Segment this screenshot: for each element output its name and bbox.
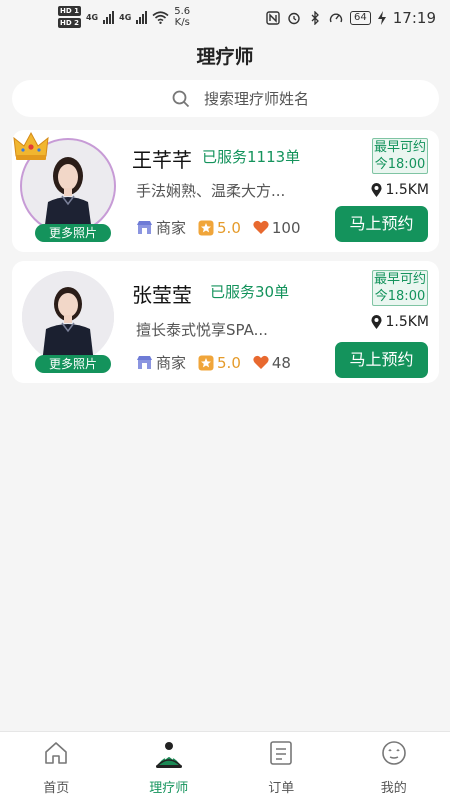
crown-icon xyxy=(13,131,49,160)
more-photos-button[interactable]: 更多照片 xyxy=(35,224,111,242)
served-count: 已服务30单 xyxy=(210,283,290,301)
distance: 1.5KM xyxy=(371,182,429,198)
heart-icon xyxy=(253,220,269,234)
profile-icon xyxy=(381,741,406,765)
search-icon xyxy=(172,90,190,108)
bottom-tab-bar: 首页 理疗师 订单 我的 xyxy=(0,731,450,800)
home-icon xyxy=(45,742,68,764)
battery-icon: 64 xyxy=(350,11,371,25)
served-count: 已服务1113单 xyxy=(202,148,301,166)
therapist-card[interactable]: 更多照片 张莹莹 已服务30单 擅长泰式悦享SPA... 商家 5.0 48 最… xyxy=(12,261,439,383)
rating: 5.0 xyxy=(198,354,241,372)
tab-label: 理疗师 xyxy=(149,781,189,796)
category-label: 商家 xyxy=(156,219,187,237)
likes-count: 48 xyxy=(271,353,291,372)
alarm-icon xyxy=(288,12,300,25)
nfc-icon xyxy=(266,11,280,25)
therapist-description: 擅长泰式悦享SPA... xyxy=(136,321,268,339)
bluetooth-icon xyxy=(311,11,319,25)
therapist-portrait-image xyxy=(22,271,114,363)
network-speed-value: 5.6 xyxy=(174,6,191,17)
earliest-available-badge: 最早可约 今18:00 xyxy=(372,138,428,174)
hd-icon: HD 2 xyxy=(58,18,81,28)
book-now-button[interactable]: 马上预约 xyxy=(335,206,428,242)
tab-home[interactable]: 首页 xyxy=(0,732,113,800)
star-icon xyxy=(198,220,214,235)
signal-icon: 4G xyxy=(119,12,132,22)
therapist-name: 张莹莹 xyxy=(132,283,192,307)
avatar[interactable]: 更多照片 xyxy=(13,131,116,242)
likes-count: 100 xyxy=(271,218,301,237)
distance-value: 1.5KM xyxy=(385,314,429,330)
avatar[interactable]: 更多照片 xyxy=(20,267,116,373)
therapist-meta: 商家 5.0 100 xyxy=(136,217,313,238)
shop-icon xyxy=(137,221,152,234)
rating-value: 5.0 xyxy=(217,353,241,372)
distance: 1.5KM xyxy=(371,314,429,330)
location-pin-icon xyxy=(371,183,383,197)
category: 商家 xyxy=(136,352,186,373)
status-bar: HD 1 HD 2 4G 4G 5.6 K/s 64 17:19 xyxy=(0,0,450,36)
hd-indicators: HD 1 HD 2 xyxy=(58,6,81,28)
clock: 17:19 xyxy=(392,9,436,27)
avatar-photo xyxy=(22,271,114,363)
charging-icon xyxy=(377,11,386,25)
tab-orders[interactable]: 订单 xyxy=(225,732,338,800)
heart-icon xyxy=(253,355,269,369)
likes: 100 xyxy=(253,219,301,237)
page-title: 理疗师 xyxy=(196,46,254,68)
search-input[interactable] xyxy=(204,88,404,110)
speedometer-icon xyxy=(329,13,343,23)
search-bar[interactable] xyxy=(12,80,439,117)
therapist-description: 手法娴熟、温柔大方... xyxy=(136,182,286,200)
therapist-name: 王芊芊 xyxy=(132,148,192,172)
earliest-time: 今18:00 xyxy=(374,157,426,172)
tab-label: 首页 xyxy=(43,781,70,796)
network-speed: 5.6 K/s xyxy=(174,6,190,28)
status-left: HD 1 HD 2 4G 4G 5.6 K/s xyxy=(58,6,190,28)
category: 商家 xyxy=(136,217,186,238)
category-label: 商家 xyxy=(156,354,187,372)
network-speed-unit: K/s xyxy=(174,17,190,28)
earliest-label: 最早可约 xyxy=(373,140,426,155)
orders-icon xyxy=(270,741,293,765)
book-now-button[interactable]: 马上预约 xyxy=(335,342,428,378)
therapist-meta: 商家 5.0 48 xyxy=(136,352,303,373)
more-photos-button[interactable]: 更多照片 xyxy=(35,355,111,373)
earliest-available-badge: 最早可约 今18:00 xyxy=(372,270,428,306)
earliest-time: 今18:00 xyxy=(374,289,426,304)
signal-icon: 4G xyxy=(85,12,99,22)
therapist-card[interactable]: 更多照片 王芊芊 已服务1113单 手法娴熟、温柔大方... 商家 5.0 10… xyxy=(12,130,439,252)
signal-bars-icon xyxy=(103,10,115,24)
location-pin-icon xyxy=(371,315,383,329)
wifi-icon xyxy=(152,10,169,24)
distance-value: 1.5KM xyxy=(385,182,429,198)
tab-therapist[interactable]: 理疗师 xyxy=(113,732,226,800)
rating: 5.0 xyxy=(198,219,241,237)
star-icon xyxy=(198,355,214,370)
hd-icon: HD 1 xyxy=(58,6,81,16)
shop-icon xyxy=(137,356,152,369)
therapist-icon xyxy=(155,742,182,768)
signal-bars-icon xyxy=(136,10,148,24)
status-right: 64 17:19 xyxy=(266,9,436,27)
likes: 48 xyxy=(253,354,291,372)
earliest-label: 最早可约 xyxy=(373,272,426,287)
tab-label: 我的 xyxy=(380,781,407,796)
tab-profile[interactable]: 我的 xyxy=(338,732,450,800)
rating-value: 5.0 xyxy=(217,218,241,237)
tab-label: 订单 xyxy=(268,781,295,796)
